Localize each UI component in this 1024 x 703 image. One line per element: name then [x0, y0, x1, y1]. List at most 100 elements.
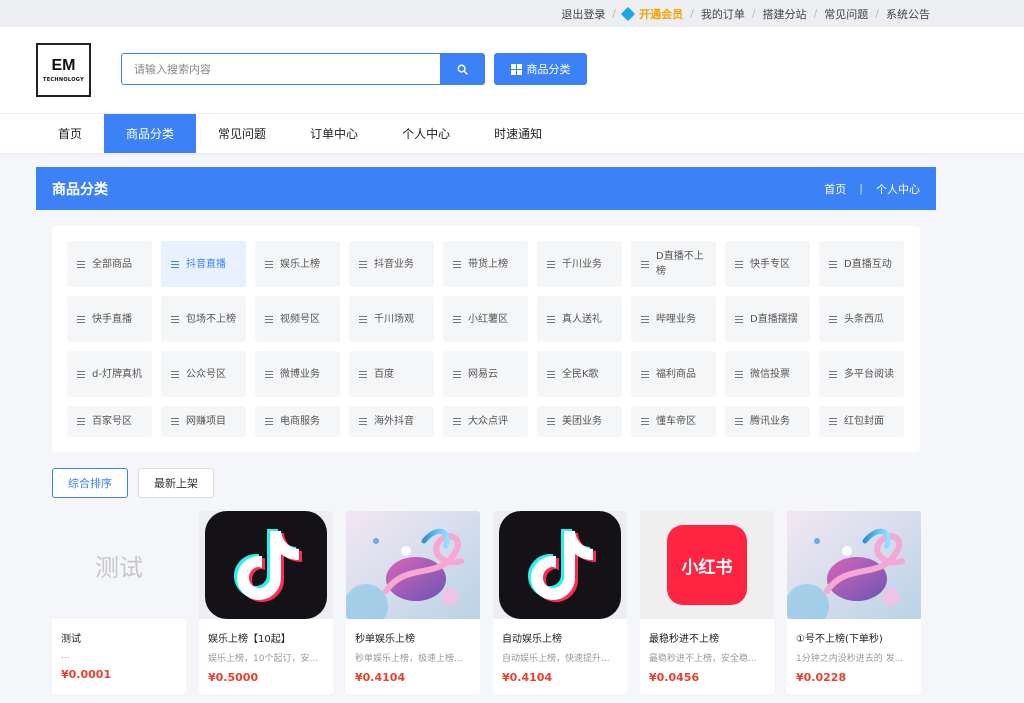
sort-newest-button[interactable]: 最新上架: [138, 468, 214, 498]
category-item[interactable]: 公众号区: [161, 351, 246, 397]
category-grid: 全部商品 抖音直播 娱乐上榜 抖音业务 带货上榜 千川业务 D直播不上榜 快手专区 D直播互动快…: [67, 241, 920, 452]
category-item[interactable]: 视频号区: [255, 296, 340, 342]
faq-link[interactable]: 常见问题: [824, 6, 868, 22]
category-item[interactable]: 千川业务: [537, 241, 622, 287]
divider: /: [875, 7, 879, 20]
category-label: D直播不上榜: [656, 251, 704, 277]
breadcrumb-home[interactable]: 首页: [824, 181, 846, 197]
category-item[interactable]: 大众点评: [443, 406, 528, 437]
category-label: 真人送礼: [562, 313, 602, 325]
category-item[interactable]: 娱乐上榜: [255, 241, 340, 287]
category-item[interactable]: 头条西瓜: [819, 296, 904, 342]
nav-home[interactable]: 首页: [36, 114, 104, 153]
nav-categories[interactable]: 商品分类: [104, 114, 197, 153]
xiaohongshu-logo-icon: 小红书: [667, 525, 747, 605]
page-title: 商品分类: [52, 181, 108, 198]
product-thumbnail: [493, 511, 627, 619]
grid-icon: [510, 63, 522, 75]
category-item[interactable]: 福利商品: [631, 351, 716, 397]
system-notice-link[interactable]: 系统公告: [886, 6, 930, 22]
category-item[interactable]: 美团业务: [537, 406, 622, 437]
divider: /: [690, 7, 694, 20]
category-button[interactable]: 商品分类: [494, 53, 587, 85]
product-card[interactable]: 自动娱乐上榜 自动娱乐上榜，快速提升... ¥0.4104: [493, 511, 627, 694]
category-label: 千川场观: [374, 313, 414, 325]
sort-default-button[interactable]: 综合排序: [52, 468, 128, 498]
nav-faq[interactable]: 常见问题: [196, 114, 288, 153]
category-item[interactable]: D直播互动: [819, 241, 904, 287]
category-item[interactable]: 包场不上榜: [161, 296, 246, 342]
menu-icon: [265, 418, 273, 425]
product-thumbnail: [787, 511, 921, 619]
category-item[interactable]: 微信投票: [725, 351, 810, 397]
product-price: ¥0.0456: [649, 671, 700, 684]
category-item[interactable]: D直播不上榜: [631, 241, 716, 287]
tiktok-logo-icon: [499, 511, 621, 619]
menu-icon: [547, 260, 555, 268]
product-card[interactable]: 秒单娱乐上榜 秒单娱乐上榜，极速上榜... ¥0.4104: [346, 511, 480, 694]
product-name: 秒单娱乐上榜: [355, 634, 415, 645]
menu-icon: [547, 315, 555, 323]
logout-link[interactable]: 退出登录: [561, 6, 605, 22]
category-item[interactable]: 腾讯业务: [725, 406, 810, 437]
divider: /: [751, 7, 756, 20]
vip-link[interactable]: 开通会员: [621, 6, 683, 22]
category-item[interactable]: D直播摆摆: [725, 296, 810, 342]
category-item[interactable]: 全民K歌: [537, 351, 622, 397]
divider: /: [813, 7, 818, 20]
category-item[interactable]: 多平台阅读: [819, 351, 904, 397]
search-input[interactable]: [121, 53, 440, 85]
menu-icon: [77, 315, 85, 323]
my-orders-link[interactable]: 我的订单: [701, 6, 745, 22]
category-label: 懂车帝区: [656, 416, 696, 427]
nav-user-center[interactable]: 个人中心: [380, 114, 472, 153]
category-item[interactable]: 带货上榜: [443, 241, 528, 287]
product-thumbnail: 测试: [52, 511, 186, 619]
menu-icon: [641, 370, 649, 378]
product-name: 测试: [61, 634, 81, 645]
sort-bar: 综合排序 最新上架: [52, 468, 214, 498]
category-item[interactable]: 抖音直播: [161, 241, 246, 287]
category-item[interactable]: 真人送礼: [537, 296, 622, 342]
category-item[interactable]: 快手直播: [67, 296, 152, 342]
menu-icon: [171, 418, 179, 425]
category-item[interactable]: 快手专区: [725, 241, 810, 287]
nav-orders[interactable]: 订单中心: [288, 114, 380, 153]
category-item[interactable]: 红包封面: [819, 406, 904, 437]
category-item[interactable]: 千川场观: [349, 296, 434, 342]
product-card[interactable]: 测试 测试... ¥0.0001: [52, 511, 186, 694]
menu-icon: [453, 370, 461, 378]
category-item[interactable]: 海外抖音: [349, 406, 434, 437]
category-item[interactable]: 网赚项目: [161, 406, 246, 437]
product-card[interactable]: ①号不上榜(下单秒) 1分钟之内没秒进去的 发... ¥0.0228: [787, 511, 921, 694]
product-card[interactable]: 娱乐上榜【10起】 娱乐上榜，10个起订，安... ¥0.5000: [199, 511, 333, 694]
menu-icon: [265, 370, 273, 378]
category-item[interactable]: 小红薯区: [443, 296, 528, 342]
category-item[interactable]: 全部商品: [67, 241, 152, 287]
product-thumbnail: [199, 511, 333, 619]
product-description: 最稳秒进不上榜，安全稳...: [649, 654, 757, 664]
category-item[interactable]: 抖音业务: [349, 241, 434, 287]
logo-sub-text: TECHNOLOGY: [43, 76, 84, 83]
category-label: 包场不上榜: [186, 313, 236, 325]
category-item[interactable]: 网易云: [443, 351, 528, 397]
breadcrumb-user-center[interactable]: 个人中心: [876, 181, 920, 197]
substation-link[interactable]: 搭建分站: [763, 6, 807, 22]
category-item[interactable]: d-灯牌真机: [67, 351, 152, 397]
category-item[interactable]: 百度: [349, 351, 434, 397]
category-item[interactable]: 懂车帝区: [631, 406, 716, 437]
product-card[interactable]: 小红书 最稳秒进不上榜 最稳秒进不上榜，安全稳... ¥0.0456: [640, 511, 774, 694]
site-logo[interactable]: EM TECHNOLOGY: [36, 43, 91, 97]
category-item[interactable]: 哔哩业务: [631, 296, 716, 342]
nav-notice[interactable]: 时速通知: [472, 114, 564, 153]
category-item[interactable]: 微博业务: [255, 351, 340, 397]
menu-icon: [735, 260, 743, 268]
category-label: 抖音业务: [374, 258, 414, 270]
category-label: 网赚项目: [186, 416, 226, 427]
menu-icon: [829, 260, 837, 268]
category-item[interactable]: 百家号区: [67, 406, 152, 437]
menu-icon: [453, 260, 461, 268]
category-item[interactable]: 电商服务: [255, 406, 340, 437]
search-button[interactable]: [440, 53, 485, 85]
menu-icon: [547, 370, 555, 378]
